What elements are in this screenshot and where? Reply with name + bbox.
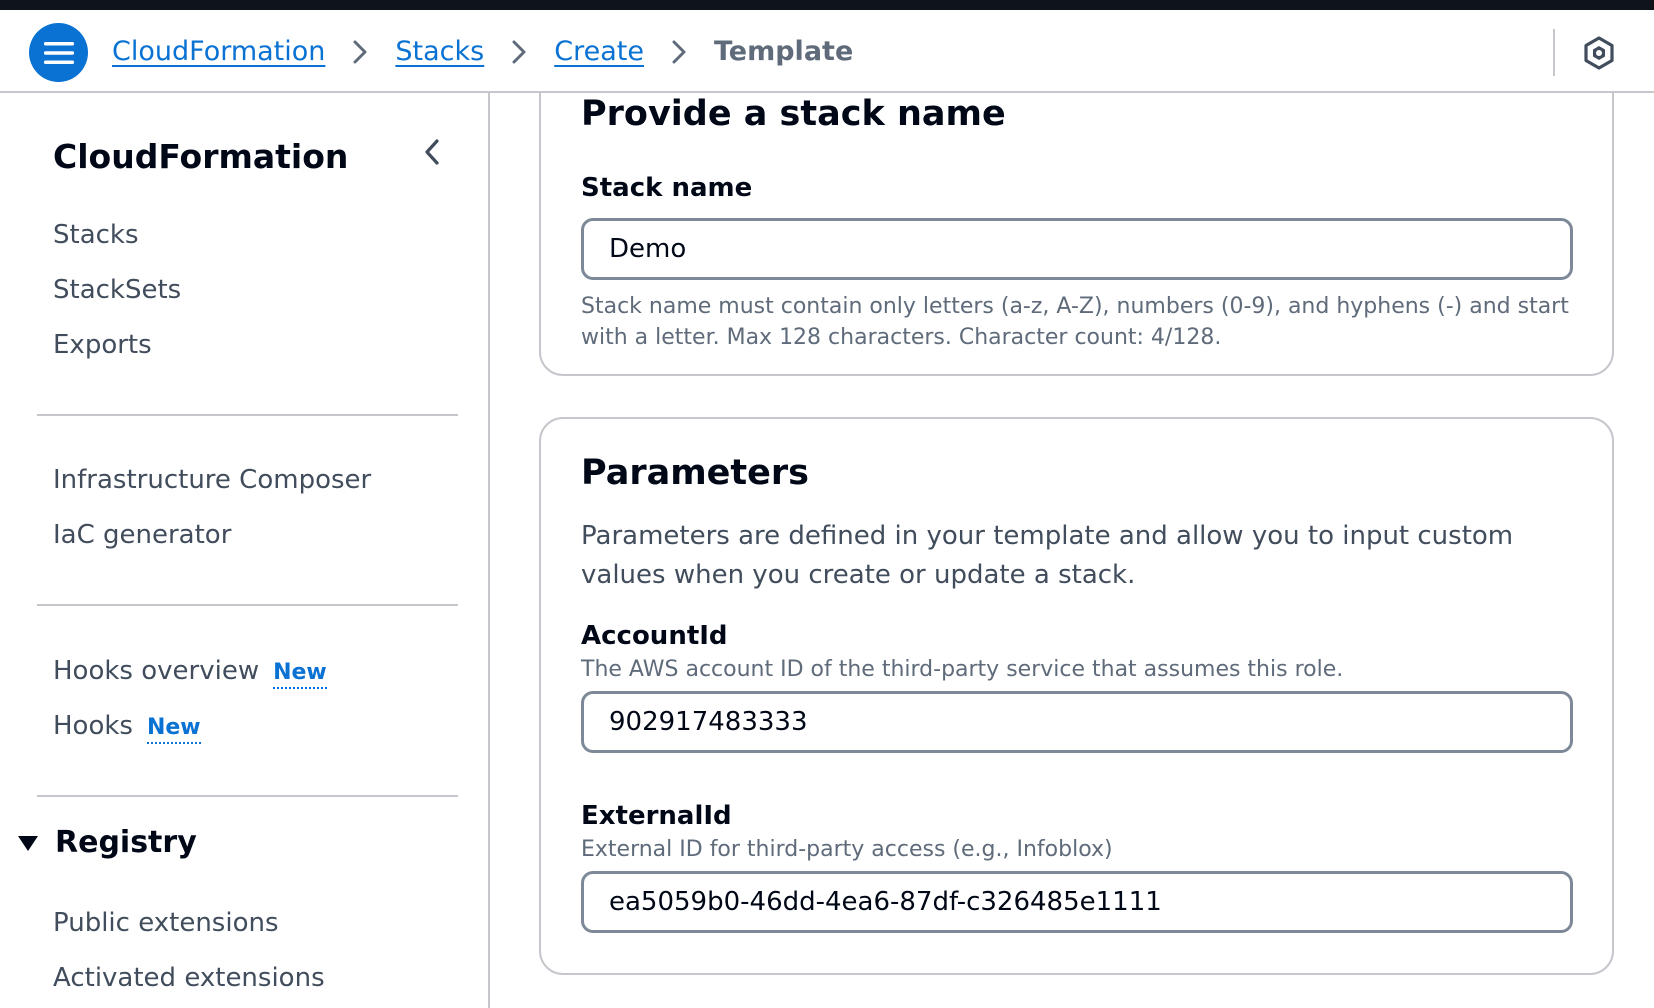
toolbar-divider [1553, 29, 1555, 76]
hamburger-menu-icon [43, 41, 74, 64]
external-id-label: ExternalId [581, 801, 732, 831]
sidebar-item-iac-generator[interactable]: IaC generator [53, 520, 231, 550]
external-id-description: External ID for third-party access (e.g.… [581, 837, 1113, 862]
breadcrumb-bar: CloudFormation Stacks Create Template [0, 10, 1654, 93]
caret-down-icon [16, 832, 40, 854]
stack-name-input[interactable] [581, 218, 1573, 280]
menu-button[interactable] [29, 23, 88, 82]
new-badge[interactable]: New [146, 715, 201, 744]
breadcrumb: CloudFormation Stacks Create Template [112, 10, 853, 93]
parameters-section-title: Parameters [581, 453, 809, 493]
sidebar-item-public-extensions[interactable]: Public extensions [53, 908, 279, 938]
registry-section-toggle[interactable]: Registry [16, 825, 197, 860]
account-id-input[interactable] [581, 691, 1573, 753]
breadcrumb-template: Template [713, 36, 854, 67]
sidebar-item-hooks[interactable]: Hooks New [53, 711, 201, 744]
sidebar-item-exports[interactable]: Exports [53, 330, 152, 360]
external-id-input[interactable] [581, 871, 1573, 933]
main-content: Provide a stack name Stack name Stack na… [492, 93, 1654, 1008]
settings-hexagon-icon [1584, 36, 1614, 70]
sidebar-divider [37, 604, 458, 606]
sidebar-divider [37, 795, 458, 797]
sidebar-item-stacks[interactable]: Stacks [53, 220, 139, 250]
breadcrumb-create[interactable]: Create [554, 36, 644, 67]
stack-name-panel: Provide a stack name Stack name Stack na… [539, 93, 1614, 376]
sidebar-item-label: Hooks [53, 711, 133, 741]
sidebar-item-infrastructure-composer[interactable]: Infrastructure Composer [53, 465, 371, 495]
stack-name-section-title: Provide a stack name [581, 94, 1006, 134]
stack-name-constraint-text: Stack name must contain only letters (a-… [581, 294, 1569, 350]
chevron-left-icon [425, 139, 439, 165]
chevron-right-icon [504, 37, 534, 67]
parameters-description: Parameters are defined in your template … [581, 521, 1514, 590]
account-id-label: AccountId [581, 621, 728, 651]
parameters-panel: Parameters Parameters are defined in you… [539, 417, 1614, 975]
chevron-right-icon [664, 37, 694, 67]
sidebar-item-hooks-overview[interactable]: Hooks overview New [53, 656, 327, 689]
sidebar-divider [37, 414, 458, 416]
top-strip [0, 0, 1654, 10]
sidebar-title: CloudFormation [53, 137, 349, 176]
sidebar-item-label: Hooks overview [53, 656, 260, 686]
side-navigation: CloudFormation Stacks StackSets Exports … [0, 93, 490, 1008]
breadcrumb-stacks[interactable]: Stacks [395, 36, 484, 67]
stack-name-label: Stack name [581, 173, 753, 203]
chevron-right-icon [345, 37, 375, 67]
settings-button[interactable] [1580, 34, 1618, 72]
registry-label: Registry [55, 825, 197, 860]
account-id-description: The AWS account ID of the third-party se… [581, 657, 1344, 682]
collapse-sidebar-button[interactable] [416, 136, 448, 168]
sidebar-item-activated-extensions[interactable]: Activated extensions [53, 963, 325, 993]
sidebar-item-stacksets[interactable]: StackSets [53, 275, 181, 305]
breadcrumb-cloudformation[interactable]: CloudFormation [112, 36, 325, 67]
new-badge[interactable]: New [273, 660, 327, 689]
